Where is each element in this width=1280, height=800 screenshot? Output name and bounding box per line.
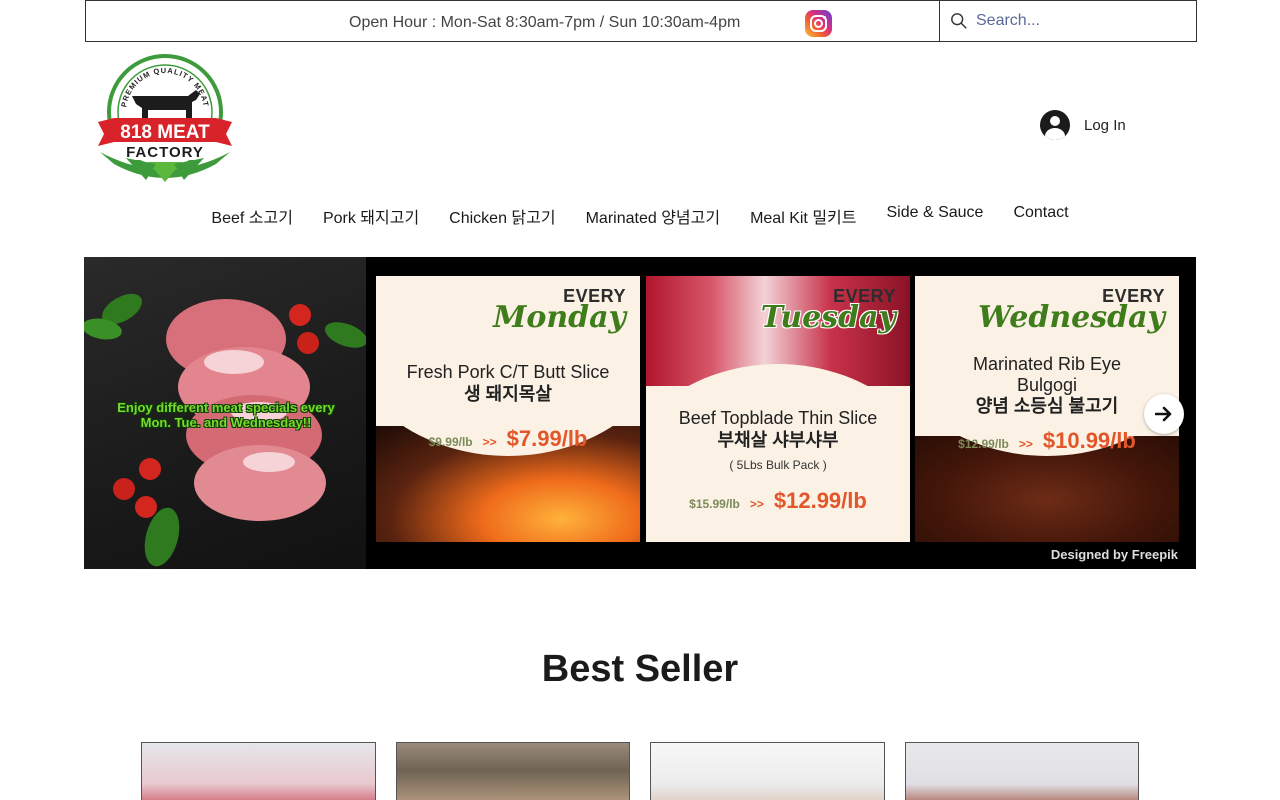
instagram-icon[interactable] — [805, 10, 832, 37]
search-box[interactable] — [940, 1, 1196, 41]
nav-item-meal-kit[interactable]: Meal Kit 밀키트 — [750, 204, 856, 228]
login-button[interactable]: Log In — [1040, 110, 1126, 140]
product-image[interactable] — [397, 743, 629, 800]
site-logo[interactable]: PREMIUM QUALITY MEAT 2016 818 MEAT FACTO… — [96, 52, 234, 184]
search-icon — [951, 13, 967, 29]
card-title-ko: 양념 소등심 불고기 — [975, 396, 1119, 416]
old-price: $12.99/lb — [958, 437, 1009, 451]
product-card[interactable] — [905, 742, 1139, 800]
old-price: $15.99/lb — [689, 497, 740, 511]
logo-name-line2: FACTORY — [126, 144, 204, 161]
card-day: Wednesday — [978, 300, 1165, 335]
product-image[interactable] — [142, 743, 375, 800]
logo-name-line1: 818 MEAT — [120, 122, 210, 143]
slider-next-button[interactable] — [1144, 394, 1184, 434]
nav-item-contact[interactable]: Contact — [1013, 204, 1068, 228]
product-image[interactable] — [906, 743, 1138, 800]
card-note: ( 5Lbs Bulk Pack ) — [729, 458, 827, 472]
card-day: Monday — [493, 300, 626, 335]
best-seller-title: Best Seller — [541, 648, 739, 690]
old-price: $9.99/lb — [428, 435, 473, 449]
card-title-ko: 생 돼지목살 — [464, 384, 552, 404]
banner-credit: Designed by Freepik — [1050, 547, 1178, 562]
nav-item-side-sauce[interactable]: Side & Sauce — [886, 204, 983, 228]
new-price: $12.99/lb — [773, 488, 867, 513]
nav-item-beef[interactable]: Beef 소고기 — [211, 204, 293, 228]
product-image[interactable] — [651, 743, 884, 800]
login-label: Log In — [1084, 116, 1126, 134]
card-title-en: Marinated Rib Eye Bulgogi — [972, 354, 1122, 395]
new-price: $10.99/lb — [1042, 428, 1136, 453]
main-nav: Beef 소고기 Pork 돼지고기 Chicken 닭고기 Marinated… — [0, 204, 1280, 228]
card-title-en: Fresh Pork C/T Butt Slice — [406, 362, 610, 382]
new-price: $7.99/lb — [506, 426, 588, 451]
card-price: $12.99/lb >> $10.99/lb — [915, 428, 1179, 454]
special-card-wednesday[interactable]: EVERY Wednesday Marinated Rib Eye Bulgog… — [915, 276, 1179, 542]
nav-item-chicken[interactable]: Chicken 닭고기 — [449, 204, 555, 228]
banner-tagline: Enjoy different meat specials every Mon.… — [117, 400, 335, 430]
price-arrow: >> — [482, 435, 497, 449]
card-title-ko: 부채살 샤부샤부 — [717, 430, 839, 450]
hero-banner: Enjoy different meat specials every Mon.… — [84, 257, 1196, 569]
nav-item-marinated[interactable]: Marinated 양념고기 — [586, 204, 720, 228]
card-title-en: Beef Topblade Thin Slice — [678, 408, 878, 428]
card-price: $15.99/lb >> $12.99/lb — [646, 488, 910, 514]
special-card-monday[interactable]: EVERY Monday Fresh Pork C/T Butt Slice 생… — [376, 276, 640, 542]
top-bar: Open Hour : Mon-Sat 8:30am-7pm / Sun 10:… — [85, 0, 1197, 42]
nav-item-pork[interactable]: Pork 돼지고기 — [323, 204, 419, 228]
search-input[interactable] — [976, 12, 1186, 30]
opening-hours: Open Hour : Mon-Sat 8:30am-7pm / Sun 10:… — [349, 14, 741, 31]
meat-slab-image: Enjoy different meat specials every Mon.… — [84, 257, 368, 569]
price-arrow: >> — [1018, 437, 1033, 451]
price-arrow: >> — [749, 497, 764, 511]
special-card-tuesday[interactable]: EVERY Tuesday Beef Topblade Thin Slice 부… — [646, 276, 910, 542]
product-card[interactable] — [396, 742, 630, 800]
card-day: Tuesday — [760, 300, 896, 335]
hours-cell: Open Hour : Mon-Sat 8:30am-7pm / Sun 10:… — [86, 1, 940, 41]
product-card[interactable] — [650, 742, 885, 800]
product-card[interactable] — [141, 742, 376, 800]
arrow-right-icon — [1155, 406, 1172, 422]
avatar-icon — [1040, 110, 1070, 140]
card-price: $9.99/lb >> $7.99/lb — [376, 426, 640, 452]
page: Open Hour : Mon-Sat 8:30am-7pm / Sun 10:… — [0, 0, 1280, 800]
